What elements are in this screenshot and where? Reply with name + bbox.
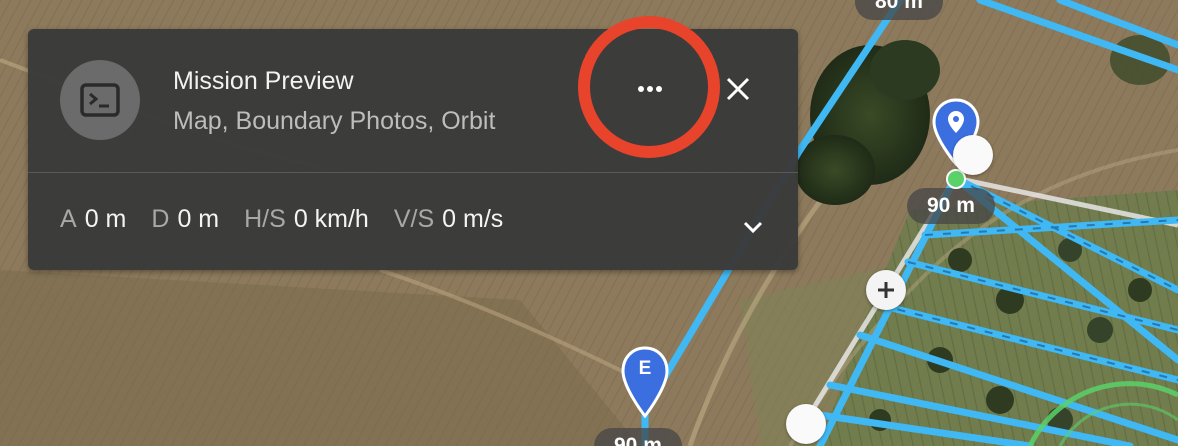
close-icon (726, 77, 750, 101)
mission-title: Mission Preview (173, 67, 354, 95)
stat-distance: D 0 m (151, 205, 219, 234)
stat-value: 0 km/h (293, 205, 369, 233)
boundary-vertex-handle[interactable] (953, 135, 993, 175)
end-marker-icon (621, 346, 669, 419)
altitude-label-top: 80 m (855, 0, 943, 20)
expand-stats-button[interactable] (738, 215, 768, 239)
close-button[interactable] (718, 71, 758, 107)
stat-key: D (151, 205, 170, 233)
stat-value: 0 m (177, 205, 220, 233)
add-waypoint-button[interactable] (866, 270, 906, 310)
stat-key: V/S (393, 205, 435, 233)
map-view[interactable]: 80 m 90 m 90 m E Mission Preview Map, Bo… (0, 0, 1178, 446)
stat-key: H/S (244, 205, 286, 233)
mission-subtitle: Map, Boundary Photos, Orbit (173, 107, 496, 135)
stat-key: A (60, 205, 77, 233)
more-horizontal-icon (638, 86, 662, 92)
altitude-label-waypoint: 90 m (907, 188, 995, 224)
stat-altitude: A 0 m (60, 205, 126, 234)
terminal-icon (80, 83, 120, 117)
chevron-down-icon (743, 221, 763, 234)
stat-value: 0 m/s (442, 205, 504, 233)
plus-icon (878, 282, 894, 298)
stat-horizontal-speed: H/S 0 km/h (244, 205, 369, 234)
end-pin-label: E (638, 358, 652, 379)
telemetry-stats: A 0 m D 0 m H/S 0 km/h V/S 0 m/s (60, 205, 528, 234)
altitude-label-end: 90 m (594, 428, 682, 446)
end-pin[interactable]: E (621, 346, 669, 423)
mission-icon-badge (60, 60, 140, 140)
stat-value: 0 m (84, 205, 127, 233)
boundary-vertex-handle[interactable] (786, 404, 826, 444)
more-options-button[interactable] (626, 73, 674, 105)
panel-divider (28, 172, 798, 173)
stat-vertical-speed: V/S 0 m/s (394, 205, 503, 234)
mission-preview-panel: Mission Preview Map, Boundary Photos, Or… (28, 29, 798, 270)
